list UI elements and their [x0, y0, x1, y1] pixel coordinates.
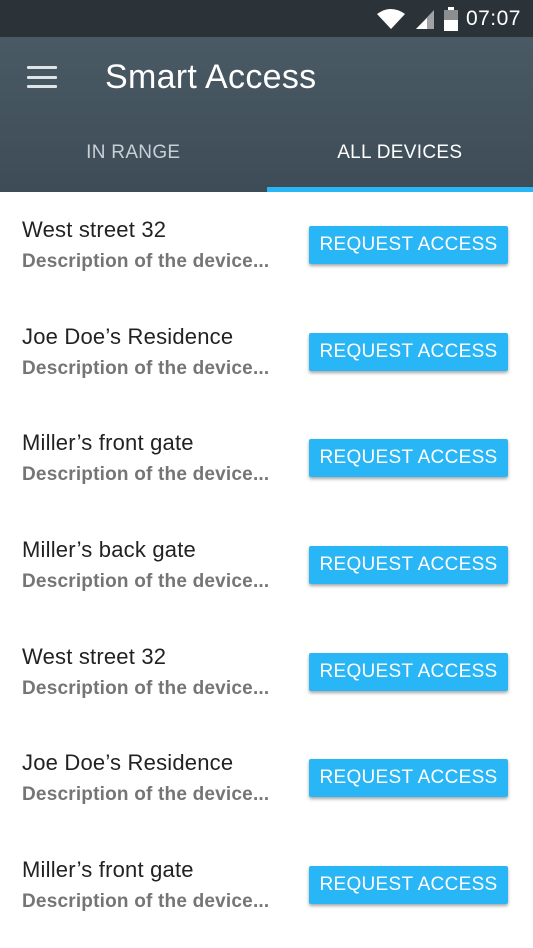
- tab-in-range[interactable]: IN RANGE: [0, 117, 267, 192]
- device-item[interactable]: Miller’s front gate Description of the d…: [0, 832, 533, 939]
- request-access-button[interactable]: REQUEST ACCESS: [309, 332, 508, 371]
- request-access-button[interactable]: REQUEST ACCESS: [309, 865, 508, 904]
- device-name: Joe Doe’s Residence: [22, 750, 234, 776]
- device-description: Description of the device...: [22, 677, 270, 699]
- device-description: Description of the device...: [22, 251, 270, 273]
- status-bar: 07:07: [0, 0, 533, 37]
- device-text: West street 32 Description of the device…: [22, 217, 269, 273]
- device-description: Description of the device...: [22, 357, 270, 379]
- device-name: Miller’s front gate: [22, 430, 194, 456]
- device-item[interactable]: Joe Doe’s Residence Description of the d…: [0, 725, 533, 832]
- device-name: Joe Doe’s Residence: [22, 323, 234, 349]
- device-description: Description of the device...: [22, 784, 270, 806]
- device-name: Miller’s back gate: [22, 537, 196, 563]
- tab-all-devices[interactable]: ALL DEVICES: [266, 117, 533, 192]
- tab-bar: IN RANGE ALL DEVICES: [0, 117, 533, 192]
- device-text: Miller’s back gate Description of the de…: [22, 537, 269, 593]
- toolbar: Smart Access: [0, 37, 533, 117]
- device-text: Miller’s front gate Description of the d…: [22, 857, 269, 913]
- device-name: West street 32: [22, 217, 167, 243]
- screen: 07:07 Smart Access IN RANGE ALL DEVICES …: [0, 0, 533, 948]
- request-access-button[interactable]: REQUEST ACCESS: [309, 652, 508, 691]
- device-item[interactable]: West street 32 Description of the device…: [0, 192, 533, 299]
- device-item[interactable]: Miller’s back gate Description of the de…: [0, 512, 533, 619]
- app-title: Smart Access: [105, 57, 317, 96]
- signal-icon: [414, 8, 436, 30]
- request-access-button[interactable]: REQUEST ACCESS: [309, 759, 508, 798]
- device-item[interactable]: Miller’s front gate Description of the d…: [0, 405, 533, 512]
- app-bar: Smart Access IN RANGE ALL DEVICES: [0, 37, 533, 192]
- hamburger-menu-icon[interactable]: [27, 66, 57, 88]
- device-description: Description of the device...: [22, 890, 270, 912]
- device-item[interactable]: Joe Doe’s Residence Description of the d…: [0, 299, 533, 406]
- device-text: Joe Doe’s Residence Description of the d…: [22, 750, 269, 806]
- device-description: Description of the device...: [22, 571, 270, 593]
- device-description: Description of the device...: [22, 464, 270, 486]
- wifi-icon: [376, 8, 406, 30]
- status-time: 07:07: [465, 6, 521, 30]
- request-access-button[interactable]: REQUEST ACCESS: [309, 226, 508, 265]
- device-text: Joe Doe’s Residence Description of the d…: [22, 324, 269, 380]
- request-access-button[interactable]: REQUEST ACCESS: [309, 439, 508, 478]
- battery-icon: [443, 6, 458, 31]
- device-list: West street 32 Description of the device…: [0, 192, 533, 938]
- device-item[interactable]: West street 32 Description of the device…: [0, 618, 533, 725]
- device-name: West street 32: [22, 643, 167, 669]
- device-text: West street 32 Description of the device…: [22, 644, 269, 700]
- device-text: Miller’s front gate Description of the d…: [22, 430, 269, 486]
- request-access-button[interactable]: REQUEST ACCESS: [309, 546, 508, 585]
- device-name: Miller’s front gate: [22, 856, 194, 882]
